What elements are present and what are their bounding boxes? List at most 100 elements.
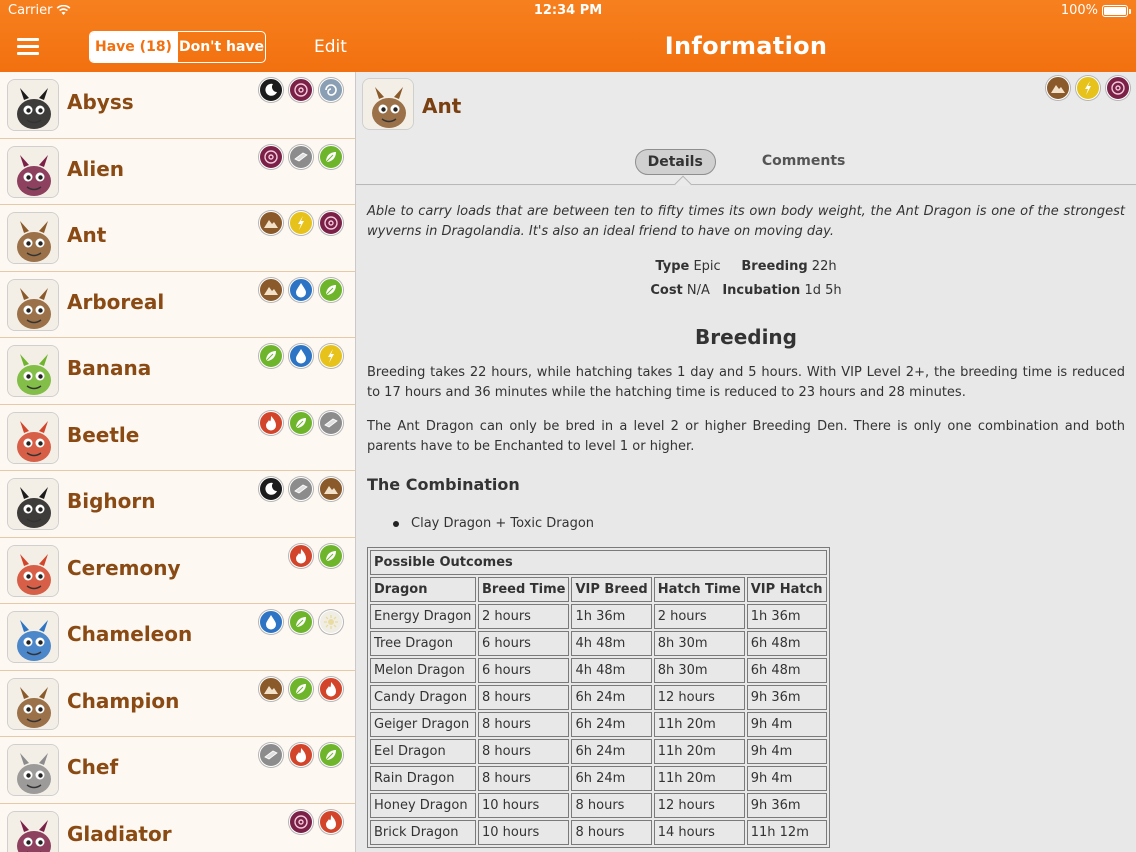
dragon-row-alien[interactable]: Alien [0,138,355,205]
metal-icon [289,144,313,169]
table-cell: 11h 12m [746,820,827,845]
table-row: Energy Dragon 2 hours 1h 36m 2 hours 1h 36m [370,604,827,629]
tab-details[interactable]: Details [634,149,716,175]
table-cell: 11h 20m [653,712,745,737]
table-cell: 8 hours [478,739,570,764]
dragon-row-bighorn[interactable]: Bighorn [0,471,355,538]
dragon-name: Chameleon [67,622,193,646]
terra-icon [259,277,283,302]
battery-percent: 100% [1060,3,1098,18]
dragon-avatar [7,810,59,852]
dragon-row-abyss[interactable]: Abyss [0,72,355,139]
table-cell: 10 hours [478,793,570,818]
nature-icon [319,743,343,767]
electric-icon [319,344,343,368]
table-row: Rain Dragon 8 hours 6h 24m 11h 20m 9h 4m [370,766,827,791]
dragon-row-chameleon[interactable]: Chameleon [0,604,355,671]
table-cell: 6h 48m [746,631,827,656]
dragon-row-banana[interactable]: Banana [0,338,355,405]
combination-item: Clay Dragon + Toxic Dragon [411,516,595,531]
table-cell: Candy Dragon [370,685,476,710]
table-cell: 6h 24m [571,766,652,791]
dragon-name: Arboreal [67,289,165,314]
table-row: Melon Dragon 6 hours 4h 48m 8h 30m 6h 48m [370,658,827,683]
table-cell: 8 hours [478,766,570,791]
dragon-avatar [7,212,59,264]
col-vip-breed: VIP Breed [571,577,652,602]
magic-icon [289,78,313,102]
table-cell: 9h 36m [746,793,827,818]
element-badges [289,809,343,834]
dragon-row-beetle[interactable]: Beetle [0,404,355,471]
element-badges [259,477,343,501]
breeding-paragraph-2: The Ant Dragon can only be bred in a lev… [367,419,1125,454]
dragon-avatar [7,411,59,464]
magic-icon [1106,76,1130,100]
nature-icon [259,344,283,368]
col-vip-hatch: VIP Hatch [746,577,827,602]
table-cell: 12 hours [653,685,745,710]
dragon-name: Banana [67,356,152,380]
dragon-name: Ant [67,223,107,247]
table-cell: Eel Dragon [370,739,476,764]
metal-icon [319,410,343,435]
table-row: Eel Dragon 8 hours 6h 24m 11h 20m 9h 4m [370,739,827,764]
table-cell: 8 hours [478,712,570,737]
electric-icon [1076,76,1100,100]
dragon-stats: Type Epic Breeding 22h Cost N/A Incubati… [367,255,1125,303]
dragon-name: Bighorn [67,489,156,513]
dragon-avatar [7,278,59,331]
status-time: 12:34 PM [533,3,603,18]
edit-button[interactable]: Edit [314,37,347,57]
metal-icon [259,743,283,767]
dragon-name: Champion [67,688,180,713]
detail-tabs: Details Comments [356,149,1136,175]
dragon-name: Abyss [67,90,134,114]
detail-content[interactable]: Able to carry loads that are between ten… [356,186,1136,852]
bullet-icon [393,521,399,527]
dragon-row-arboreal[interactable]: Arboreal [0,271,355,338]
terra-icon [259,676,283,701]
detail-dragon-avatar [362,78,414,130]
element-badges [289,543,343,568]
stats-row-2: Cost N/A Incubation 1d 5h [367,279,1125,303]
dragon-row-ceremony[interactable]: Ceremony [0,537,355,604]
have-filter-segmented-control: Have (18) Don't have [89,31,266,63]
element-badges [259,610,343,634]
dragon-name: Chef [67,755,119,779]
table-cell: 8 hours [571,820,652,845]
stats-row-1: Type Epic Breeding 22h [367,255,1125,279]
table-cell: 14 hours [653,820,745,845]
table-row: Honey Dragon 10 hours 8 hours 12 hours 9h 36… [370,793,827,818]
dragon-name: Ceremony [67,555,181,580]
segment-dont-have[interactable]: Don't have [177,32,265,62]
tab-comments[interactable]: Comments [750,149,858,175]
dragon-row-gladiator[interactable]: Gladiator [0,803,355,852]
dark-icon [259,477,283,501]
dragon-avatar [7,677,59,730]
table-cell: 4h 48m [571,631,652,656]
metal-icon [289,477,313,501]
breeding-value: 22h [811,259,837,274]
nature-icon [289,676,313,701]
table-row: Candy Dragon 8 hours 6h 24m 12 hours 9h 36m [370,685,827,710]
terra-icon [1046,76,1070,100]
hamburger-menu-icon[interactable] [17,38,39,56]
dragon-row-chef[interactable]: Chef [0,737,355,804]
segment-have[interactable]: Have (18) [90,32,177,62]
nature-icon [289,610,313,634]
table-cell: Melon Dragon [370,658,476,683]
cost-label: Cost [650,283,683,298]
top-bar: Carrier 12:34 PM 100% Have (18) Don't ha… [0,0,1136,72]
dragon-row-ant[interactable]: Ant [0,205,355,272]
dragon-row-champion[interactable]: Champion [0,670,355,737]
table-cell: 6 hours [478,631,570,656]
table-cell: Tree Dragon [370,631,476,656]
light-icon [319,610,343,634]
table-cell: 9h 4m [746,712,827,737]
magic-icon [259,144,283,169]
col-hatch-time: Hatch Time [653,577,745,602]
incubation-label: Incubation [722,283,801,298]
nature-icon [319,144,343,169]
table-cell: 4h 48m [571,658,652,683]
